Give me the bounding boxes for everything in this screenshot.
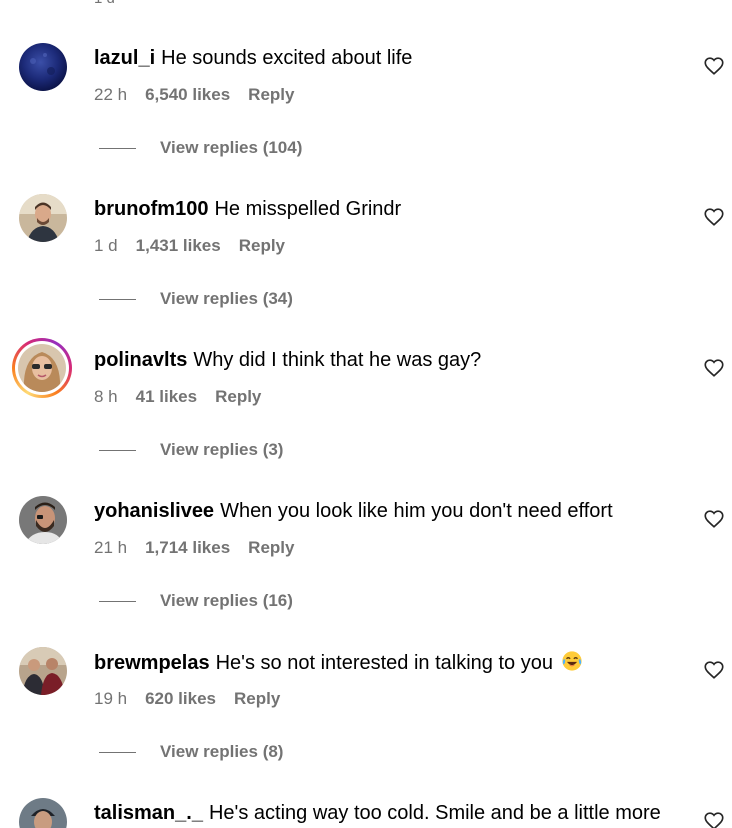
reply-button[interactable]: Reply (215, 387, 261, 406)
replies-divider (99, 298, 136, 300)
view-replies[interactable]: View replies (8) (99, 742, 283, 762)
laughing-tears-emoji-icon (561, 650, 583, 672)
reply-button[interactable]: Reply (248, 538, 294, 557)
comment-text-line: brewmpelas He's so not interested in talk… (94, 650, 583, 675)
comment-username[interactable]: lazul_i (94, 47, 155, 69)
comment-text: When you look like him you don't need ef… (220, 500, 613, 522)
view-replies[interactable]: View replies (104) (99, 138, 302, 158)
avatar[interactable] (19, 194, 67, 242)
comment-item: brewmpelas He's so not interested in talk… (0, 647, 732, 798)
woman-sunglasses-avatar-icon (18, 344, 66, 392)
like-heart-icon[interactable] (703, 357, 725, 379)
comment-likes[interactable]: 41 likes (136, 387, 197, 406)
view-replies-label[interactable]: View replies (34) (160, 289, 293, 309)
view-replies-label[interactable]: View replies (16) (160, 591, 293, 611)
comment-item: brunofm100 He misspelled Grindr 1 d 1,431 … (0, 194, 732, 345)
comment-time: 21 h (94, 538, 128, 557)
comment-meta: 21 h 1,714 likes Reply (94, 538, 312, 558)
comment-text-line: yohanislivee When you look like him you d… (94, 499, 613, 523)
comment-item: lazul_i He sounds excited about life 22 h… (0, 43, 732, 194)
comment-username[interactable]: brewmpelas (94, 652, 210, 674)
comment-text: He's acting way too cold. Smile and be a… (208, 802, 661, 824)
comment-item: polinavlts Why did I think that he was ga… (0, 338, 732, 496)
reply-button[interactable]: Reply (234, 689, 280, 708)
comment-text: He misspelled Grindr (214, 198, 402, 220)
avatar[interactable] (19, 496, 67, 544)
reply-button[interactable]: Reply (248, 85, 294, 104)
avatar-story-ring[interactable] (12, 338, 72, 398)
comment-meta: 22 h 6,540 likes Reply (94, 85, 312, 105)
avatar[interactable] (19, 798, 67, 828)
comment-text-line: polinavlts Why did I think that he was ga… (94, 348, 481, 372)
comment-time: 19 h (94, 689, 128, 708)
replies-divider (99, 147, 136, 149)
comment-text: He sounds excited about life (161, 47, 413, 69)
like-heart-icon[interactable] (703, 55, 725, 77)
like-heart-icon[interactable] (703, 810, 725, 828)
man-portrait-avatar-icon (19, 194, 67, 242)
view-replies[interactable]: View replies (3) (99, 440, 283, 460)
comment-text: He's so not interested in talking to you (215, 652, 553, 674)
comment-item: yohanislivee When you look like him you d… (0, 496, 732, 647)
replies-divider (99, 751, 136, 753)
avatar[interactable] (19, 647, 67, 695)
view-replies-label[interactable]: View replies (8) (160, 742, 283, 762)
comment-likes[interactable]: 6,540 likes (145, 85, 230, 104)
replies-divider (99, 600, 136, 602)
comment-text-line: talisman_._ He's acting way too cold. Smi… (94, 801, 661, 825)
man-cap-avatar-icon (19, 798, 67, 828)
partial-timestamp: 1 d (94, 0, 115, 7)
comment-username[interactable]: brunofm100 (94, 198, 208, 220)
reply-button[interactable]: Reply (239, 236, 285, 255)
group-photo-avatar-icon (19, 647, 67, 695)
comment-text-line: lazul_i He sounds excited about life (94, 46, 412, 70)
view-replies-label[interactable]: View replies (104) (160, 138, 302, 158)
comment-meta: 1 d 1,431 likes Reply (94, 236, 303, 256)
comment-likes[interactable]: 1,431 likes (136, 236, 221, 255)
view-replies[interactable]: View replies (34) (99, 289, 293, 309)
comment-username[interactable]: talisman_._ (94, 802, 203, 824)
bearded-man-avatar-icon (19, 496, 67, 544)
comment-item: talisman_._ He's acting way too cold. Smi… (0, 798, 732, 828)
avatar[interactable] (19, 43, 67, 91)
comment-username[interactable]: yohanislivee (94, 500, 214, 522)
comment-text-line: brunofm100 He misspelled Grindr (94, 197, 401, 221)
comment-meta: 19 h 620 likes Reply (94, 689, 298, 709)
like-heart-icon[interactable] (703, 508, 725, 530)
blue-texture-avatar-icon (19, 43, 67, 91)
comment-username[interactable]: polinavlts (94, 349, 187, 371)
comment-text: Why did I think that he was gay? (193, 349, 482, 371)
view-replies[interactable]: View replies (16) (99, 591, 293, 611)
comment-likes[interactable]: 1,714 likes (145, 538, 230, 557)
view-replies-label[interactable]: View replies (3) (160, 440, 283, 460)
comment-meta: 8 h 41 likes Reply (94, 387, 279, 407)
comment-time: 8 h (94, 387, 118, 406)
comment-likes[interactable]: 620 likes (145, 689, 216, 708)
comment-time: 1 d (94, 236, 118, 255)
like-heart-icon[interactable] (703, 659, 725, 681)
comment-time: 22 h (94, 85, 128, 104)
replies-divider (99, 449, 136, 451)
like-heart-icon[interactable] (703, 206, 725, 228)
